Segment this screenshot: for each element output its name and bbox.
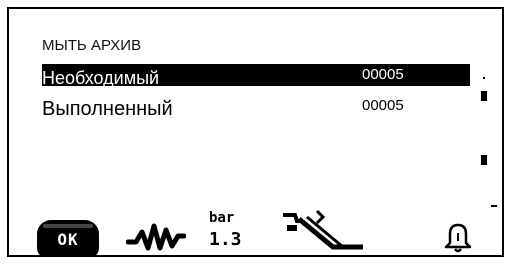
ok-label: OK bbox=[57, 229, 79, 249]
lcd-screen: МЫТЬ АРХИВ Необходимый 00005 Выполненный… bbox=[7, 7, 504, 257]
scroll-thumb-1 bbox=[481, 91, 487, 101]
row-value: 00005 bbox=[362, 97, 404, 114]
alarm-bell-icon[interactable] bbox=[441, 221, 475, 255]
scroll-dash bbox=[491, 205, 497, 207]
menu-row-completed[interactable]: Выполненный 00005 bbox=[42, 94, 470, 120]
menu-row-required[interactable]: Необходимый 00005 bbox=[42, 64, 470, 88]
screen-title: МЫТЬ АРХИВ bbox=[42, 37, 142, 54]
row-value: 00005 bbox=[362, 66, 404, 83]
ok-button[interactable]: OK bbox=[37, 220, 99, 255]
row-label: Выполненный bbox=[42, 98, 173, 120]
tools-icon[interactable] bbox=[277, 207, 367, 255]
pressure-unit: bar bbox=[209, 210, 235, 226]
scroll-dot-top bbox=[483, 77, 485, 79]
pressure-value[interactable]: 1.3 bbox=[209, 231, 242, 249]
waveform-icon[interactable] bbox=[126, 216, 186, 256]
row-label: Необходимый bbox=[42, 68, 160, 88]
scroll-thumb-2 bbox=[481, 155, 487, 165]
